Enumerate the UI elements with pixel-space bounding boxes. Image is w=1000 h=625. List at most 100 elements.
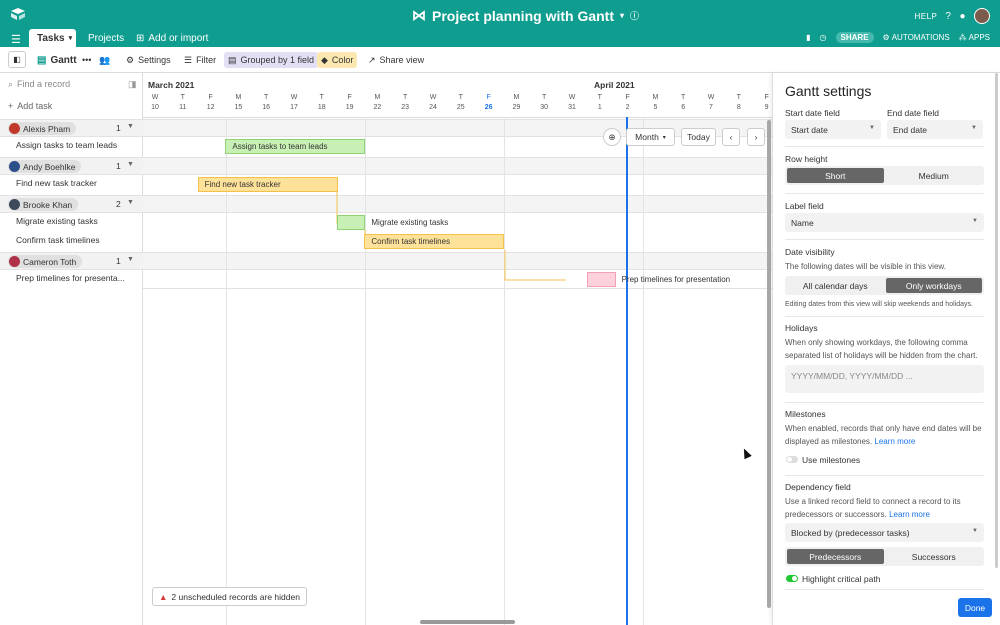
row-height-short[interactable]: Short (787, 168, 884, 183)
settings-label: Settings (138, 55, 171, 65)
airtable-logo-icon[interactable] (10, 7, 26, 24)
group-header[interactable]: Andy Boehlke 1 ▼ (0, 157, 143, 175)
all-calendar-days-option[interactable]: All calendar days (787, 278, 884, 293)
task-record[interactable]: Confirm task timelines (16, 235, 100, 245)
hamburger-menu-icon[interactable]: ☰ (11, 33, 21, 46)
user-avatar[interactable] (974, 8, 990, 24)
settings-button[interactable]: ⚙ Settings (122, 52, 175, 68)
collaborators-icon[interactable]: 👥 (95, 52, 114, 68)
share-view-button[interactable]: ↗ Share view (364, 52, 428, 68)
label-field-value: Name (791, 217, 814, 228)
day-number: 23 (401, 104, 410, 111)
day-letter: M (513, 94, 520, 101)
day-number: 22 (373, 104, 382, 111)
avatar (9, 199, 20, 210)
bell-icon[interactable]: ● (959, 11, 966, 22)
group-count: 1 (116, 256, 121, 266)
tab-projects[interactable]: Projects (80, 29, 132, 47)
holidays-input[interactable]: YYYY/MM/DD, YYYY/MM/DD ... (785, 365, 984, 393)
add-import-label: Add or import (148, 32, 209, 44)
automations-button[interactable]: ⚙ AUTOMATIONS (883, 33, 950, 42)
question-icon[interactable]: ? (945, 11, 951, 22)
prev-arrow-icon[interactable]: ‹ (722, 128, 740, 146)
chevron-down-icon[interactable]: ▼ (127, 161, 134, 168)
week-gridline (365, 117, 367, 625)
today-button[interactable]: Today (681, 128, 716, 146)
start-date-field-select[interactable]: Start date ▼ (785, 120, 881, 139)
horizontal-scrollbar[interactable] (420, 620, 515, 624)
divider (785, 316, 984, 317)
task-record[interactable]: Prep timelines for presenta... (16, 273, 125, 283)
start-date-value: Start date (791, 124, 828, 135)
chevron-down-icon[interactable]: ▼ (127, 256, 134, 263)
tab-tasks[interactable]: Tasks ▾ (29, 29, 76, 47)
end-date-value: End date (893, 124, 928, 135)
label-field-select[interactable]: Name ▼ (785, 213, 984, 232)
chevron-down-icon[interactable]: ▼ (127, 199, 134, 206)
base-title-area[interactable]: ⋈ Project planning with Gantt ▾ ⓘ (412, 7, 639, 24)
group-header[interactable]: Alexis Pham 1 ▼ (0, 119, 143, 137)
row-height-medium[interactable]: Medium (886, 168, 983, 183)
vertical-scrollbar[interactable] (767, 120, 771, 608)
label-field-label: Label field (785, 201, 824, 211)
find-record-input[interactable]: ⌕ Find a record (8, 79, 70, 90)
task-bar[interactable]: Confirm task timelines (364, 234, 505, 249)
day-letter: M (374, 94, 381, 101)
trash-icon[interactable]: ▮ (806, 33, 810, 42)
milestones-desc: When enabled, records that only have end… (785, 422, 990, 448)
share-button[interactable]: SHARE (835, 32, 874, 43)
divider (785, 193, 984, 194)
successors-option[interactable]: Successors (886, 549, 983, 564)
add-or-import-button[interactable]: ⊞ Add or import (128, 29, 216, 47)
only-workdays-option[interactable]: Only workdays (885, 278, 982, 293)
end-date-field-select[interactable]: End date ▼ (887, 120, 983, 139)
divider (785, 146, 984, 147)
day-letter: T (319, 94, 324, 101)
record-list-pane: ⌕ Find a record ◨ + Add task Alexis Pham… (0, 73, 143, 625)
day-number: 7 (709, 104, 713, 111)
highlight-critical-path-toggle[interactable] (786, 575, 798, 582)
group-button[interactable]: ▤ Grouped by 1 field (224, 52, 319, 68)
paint-bucket-icon: ◆ (321, 54, 328, 65)
color-button[interactable]: ◆ Color (317, 52, 358, 68)
info-icon[interactable]: ⓘ (630, 9, 639, 22)
task-record[interactable]: Assign tasks to team leads (16, 140, 117, 150)
task-bar[interactable] (586, 272, 616, 287)
task-bar[interactable]: Assign tasks to team leads (225, 139, 366, 154)
view-switcher[interactable]: ▤ Gantt (33, 52, 81, 68)
base-icon: ⋈ (412, 7, 426, 23)
assignee-pill: Brooke Khan (8, 198, 79, 211)
view-more-icon[interactable]: ••• (78, 52, 95, 68)
assignee-pill: Andy Boehlke (8, 160, 82, 173)
group-header[interactable]: Brooke Khan 2 ▼ (0, 195, 143, 213)
dependency-field-select[interactable]: Blocked by (predecessor tasks) ▼ (785, 523, 984, 542)
apps-button[interactable]: ⁂ APPS (959, 33, 990, 42)
help-link[interactable]: HELP (914, 12, 937, 21)
caret-down-icon: ▼ (972, 218, 978, 224)
dependency-learn-more-link[interactable]: Learn more (889, 510, 930, 519)
milestones-toggle[interactable] (786, 456, 798, 463)
history-icon[interactable]: ◷ (820, 33, 827, 42)
task-bar-label: Confirm task timelines (371, 237, 451, 246)
add-task-button[interactable]: + Add task (8, 101, 52, 111)
next-arrow-icon[interactable]: › (747, 128, 765, 146)
divider (785, 475, 984, 476)
panel-scrollbar[interactable] (995, 73, 998, 568)
task-record[interactable]: Migrate existing tasks (16, 216, 98, 226)
group-label: Grouped by 1 field (240, 55, 315, 65)
task-bar[interactable] (336, 215, 366, 230)
timescale-select[interactable]: Month ▾ (626, 128, 675, 146)
chevron-down-icon[interactable]: ▼ (127, 123, 134, 130)
sidebar-toggle-icon[interactable]: ◧ (8, 51, 26, 68)
task-bar[interactable]: Find new task tracker (197, 177, 338, 192)
filter-button[interactable]: ☰ Filter (180, 52, 220, 68)
group-header[interactable]: Cameron Toth 1 ▼ (0, 252, 143, 270)
download-icon[interactable]: ⊕ (603, 128, 621, 146)
done-button[interactable]: Done (958, 598, 992, 617)
milestones-learn-more-link[interactable]: Learn more (874, 437, 915, 446)
task-record[interactable]: Find new task tracker (16, 178, 97, 188)
day-letter: M (652, 94, 659, 101)
collapse-pane-icon[interactable]: ◨ (128, 79, 137, 90)
unscheduled-records-notice[interactable]: ▲ 2 unscheduled records are hidden (152, 587, 307, 606)
predecessors-option[interactable]: Predecessors (787, 549, 884, 564)
